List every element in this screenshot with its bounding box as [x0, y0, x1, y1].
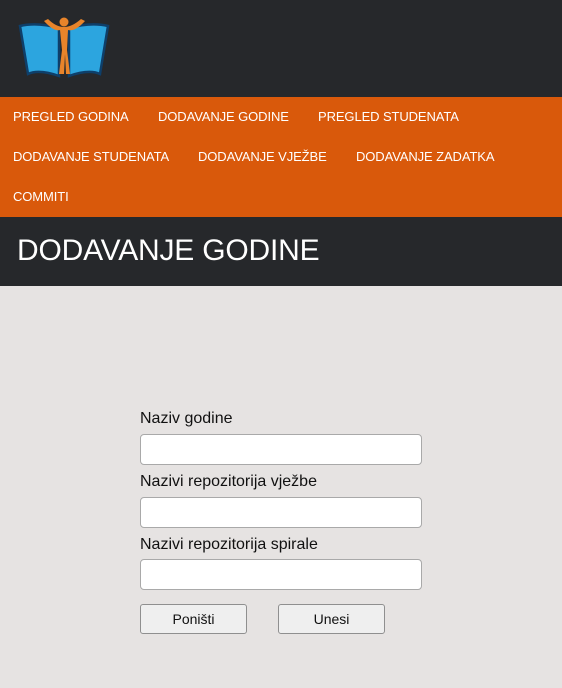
nav-item-commiti[interactable]: COMMITI [13, 189, 69, 205]
spiral-repos-label: Nazivi repozitorija spirale [140, 536, 318, 553]
site-header [0, 0, 562, 97]
year-name-input[interactable] [140, 434, 422, 465]
book-person-logo-icon[interactable] [17, 16, 111, 78]
nav-item-pregled-studenata[interactable]: PREGLED STUDENATA [318, 109, 459, 125]
spiral-repos-input[interactable] [140, 559, 422, 590]
submit-button[interactable]: Unesi [278, 604, 385, 634]
nav-item-pregled-godina[interactable]: PREGLED GODINA [13, 109, 129, 125]
nav-item-dodavanje-zadatka[interactable]: DODAVANJE ZADATKA [356, 149, 495, 165]
page-title-bar: DODAVANJE GODINE [0, 217, 562, 286]
reset-button[interactable]: Poništi [140, 604, 247, 634]
exercise-repos-input[interactable] [140, 497, 422, 528]
page-title: DODAVANJE GODINE [17, 234, 320, 267]
nav-item-dodavanje-vjezbe[interactable]: DODAVANJE VJEŽBE [198, 149, 327, 165]
exercise-repos-label: Nazivi repozitorija vježbe [140, 473, 317, 490]
main-nav: PREGLED GODINA DODAVANJE GODINE PREGLED … [0, 97, 562, 217]
year-name-label: Naziv godine [140, 410, 233, 427]
nav-item-dodavanje-godine[interactable]: DODAVANJE GODINE [158, 109, 289, 125]
nav-item-dodavanje-studenata[interactable]: DODAVANJE STUDENATA [13, 149, 169, 165]
